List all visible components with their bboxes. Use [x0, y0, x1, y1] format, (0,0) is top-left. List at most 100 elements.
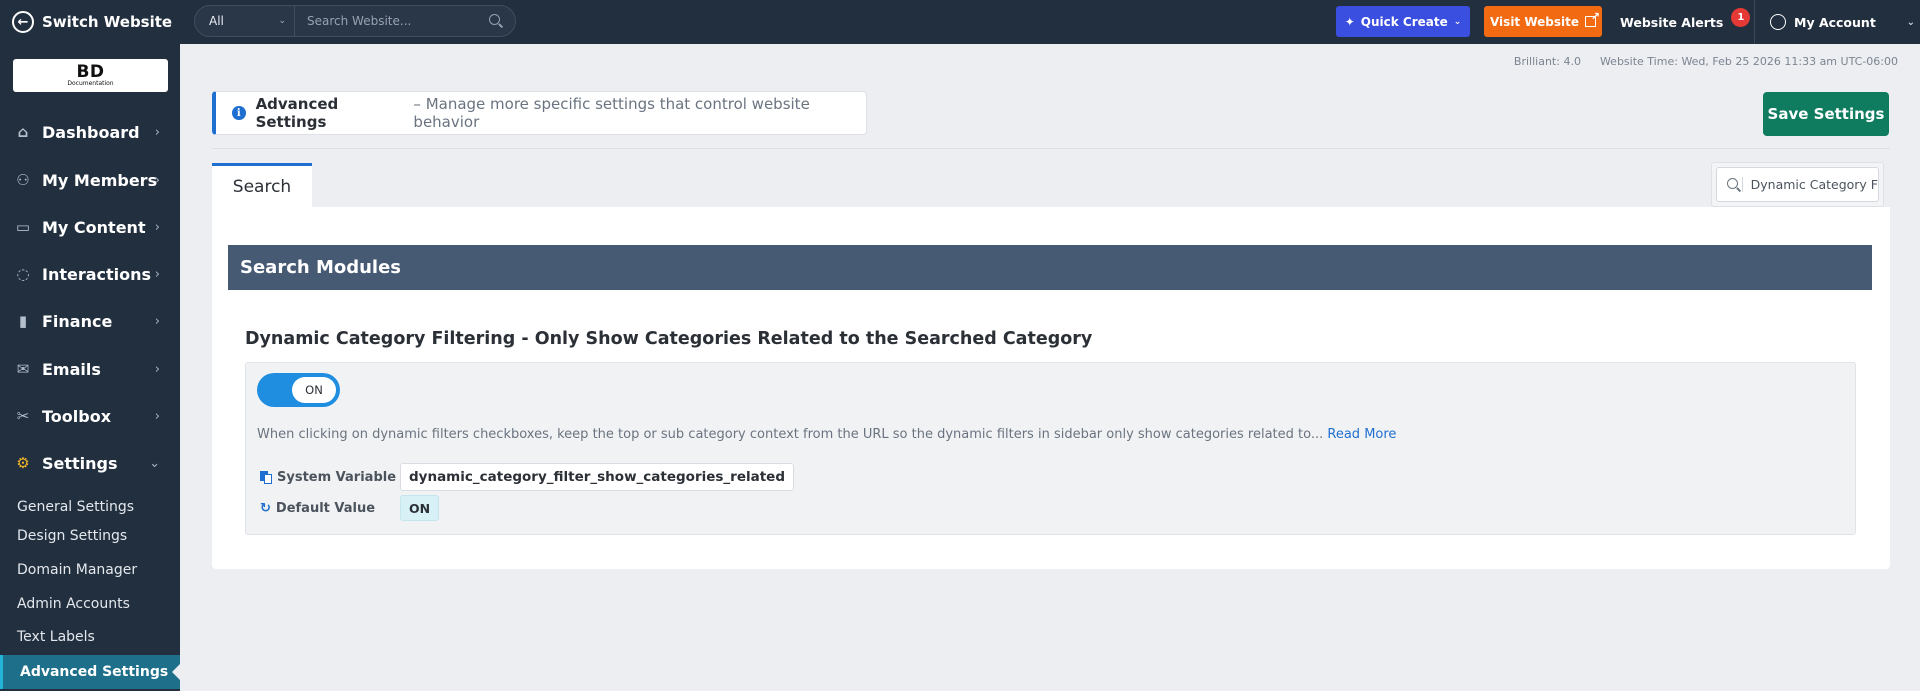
site-logo[interactable]: BD Documentation — [13, 59, 168, 92]
sidebar-item-label: Settings — [42, 453, 118, 473]
default-value-label: Default Value — [275, 500, 376, 516]
feature-description-text: When clicking on dynamic filters checkbo… — [257, 427, 1324, 442]
quick-create-button[interactable]: ✦ Quick Create ⌄ — [1336, 6, 1470, 37]
sidebar-item-label: My Members — [42, 170, 158, 190]
system-variable-row: System Variable dynamic_category_filter_… — [260, 463, 795, 491]
page-title: Advanced Settings — [255, 95, 339, 131]
website-alerts-button[interactable]: Website Alerts 1 — [1620, 0, 1751, 44]
chevron-down-icon: ⌄ — [1906, 16, 1915, 28]
sidebar-item-label: Toolbox — [42, 406, 112, 426]
search-scope-value: All — [209, 14, 224, 28]
chevron-right-icon: › — [154, 313, 160, 329]
default-value-row: ↻ Default Value ON — [260, 495, 440, 521]
brilliant-label: Brilliant: — [1513, 55, 1560, 68]
feature-description: When clicking on dynamic filters checkbo… — [257, 427, 1396, 442]
sidebar-item-toolbox[interactable]: ✂ Toolbox › — [0, 393, 180, 439]
chevron-down-icon: ⌄ — [1453, 16, 1462, 27]
toggle-label: ON — [292, 377, 336, 403]
sidebar: BD Documentation ⌂ Dashboard › ⚇ My Memb… — [0, 44, 180, 691]
chevron-right-icon: › — [154, 361, 160, 377]
sidebar-subitem-general-settings[interactable]: General Settings — [17, 499, 134, 515]
chevron-right-icon: › — [154, 266, 160, 282]
divider — [212, 148, 1890, 149]
switch-website-button[interactable]: ← Switch Website — [0, 0, 180, 44]
chevron-right-icon: › — [154, 219, 160, 235]
feature-toggle[interactable]: ON — [257, 373, 340, 407]
visit-website-button[interactable]: Visit Website — [1484, 6, 1602, 37]
sidebar-item-finance[interactable]: ▮ Finance › — [0, 298, 180, 344]
chevron-down-icon: ⌄ — [278, 16, 286, 26]
website-meta: Brilliant: 4.0 Website Time: Wed, Feb 25… — [1514, 55, 1898, 68]
site-search-input[interactable]: Search Website... — [295, 6, 515, 36]
tab-search[interactable]: Search — [212, 163, 312, 207]
sidebar-item-label: Finance — [42, 311, 113, 331]
settings-panel: Search Modules Dynamic Category Filterin… — [212, 207, 1890, 569]
alerts-count-badge: 1 — [1731, 7, 1751, 27]
switch-website-label: Switch Website — [42, 13, 173, 31]
external-link-icon — [1585, 10, 1600, 27]
sidebar-subitem-domain-manager[interactable]: Domain Manager — [17, 562, 137, 578]
sidebar-item-dashboard[interactable]: ⌂ Dashboard › — [0, 109, 180, 155]
sidebar-subitem-text-labels[interactable]: Text Labels — [17, 629, 95, 645]
brilliant-value: 4.0 — [1563, 55, 1581, 68]
sidebar-item-emails[interactable]: ✉ Emails › — [0, 346, 180, 392]
sidebar-item-label: Dashboard — [42, 122, 140, 142]
email-icon: ✉ — [16, 360, 30, 378]
site-search-group: All ⌄ Search Website... — [194, 5, 516, 37]
chart-icon: ▮ — [18, 312, 28, 330]
search-icon — [1727, 177, 1738, 192]
search-scope-select[interactable]: All ⌄ — [195, 6, 295, 36]
website-alerts-label: Website Alerts — [1620, 14, 1724, 30]
save-settings-button[interactable]: Save Settings — [1763, 92, 1889, 136]
arrow-left-icon: ← — [12, 11, 34, 33]
my-account-label: My Account — [1794, 14, 1876, 30]
feature-card: ON When clicking on dynamic filters chec… — [245, 362, 1856, 535]
quick-create-label: Quick Create — [1360, 14, 1448, 29]
system-variable-label-wrap: System Variable — [260, 470, 400, 485]
section-title: Search Modules — [228, 245, 1872, 290]
user-circle-icon — [1770, 14, 1786, 30]
sidebar-item-interactions[interactable]: ◌ Interactions › — [0, 251, 180, 297]
copy-icon[interactable] — [260, 470, 272, 484]
gear-icon: ⚙ — [16, 454, 30, 472]
members-icon: ⚇ — [16, 171, 30, 189]
sparkle-icon: ✦ — [1344, 14, 1355, 29]
sidebar-subitem-design-settings[interactable]: Design Settings — [17, 528, 127, 544]
system-variable-label: System Variable — [277, 469, 397, 485]
my-account-button[interactable]: My Account ⌄ — [1770, 0, 1915, 44]
default-value-label-wrap: ↻ Default Value — [260, 501, 400, 516]
visit-website-label: Visit Website — [1489, 14, 1580, 29]
sidebar-item-my-members[interactable]: ⚇ My Members › — [0, 157, 180, 203]
system-variable-value[interactable]: dynamic_category_filter_show_categories_… — [400, 463, 795, 491]
topbar-divider — [1754, 0, 1755, 44]
settings-filter-value: Dynamic Category F — [1741, 177, 1878, 192]
site-search-placeholder: Search Website... — [307, 14, 412, 28]
default-value-badge: ON — [400, 495, 440, 521]
sidebar-item-settings[interactable]: ⚙ Settings ⌄ — [0, 440, 180, 486]
search-icon[interactable] — [489, 14, 503, 28]
sidebar-item-label: My Content — [42, 217, 146, 237]
sidebar-subitem-advanced-settings[interactable]: Advanced Settings — [0, 655, 180, 689]
settings-filter: Dynamic Category F — [1711, 162, 1884, 207]
chevron-right-icon: › — [154, 172, 160, 188]
chevron-right-icon: › — [154, 408, 160, 424]
feature-title: Dynamic Category Filtering - Only Show C… — [245, 329, 1093, 349]
settings-filter-input[interactable]: Dynamic Category F — [1716, 167, 1879, 202]
logo-mark: BD — [76, 62, 105, 82]
page-header: i Advanced Settings – Manage more specif… — [212, 91, 867, 135]
chat-icon: ◌ — [16, 265, 30, 283]
sidebar-subitem-admin-accounts[interactable]: Admin Accounts — [17, 596, 130, 612]
top-bar: ← Switch Website All ⌄ Search Website...… — [0, 0, 1920, 44]
chevron-right-icon: › — [154, 124, 160, 140]
sidebar-item-label: Interactions — [42, 264, 152, 284]
sidebar-item-label: Emails — [42, 359, 101, 379]
sidebar-item-my-content[interactable]: ▭ My Content › — [0, 204, 180, 250]
page-description: – Manage more specific settings that con… — [413, 95, 810, 131]
read-more-link[interactable]: Read More — [1327, 427, 1396, 442]
chevron-down-icon: ⌄ — [149, 455, 160, 471]
logo-subtext: Documentation — [67, 80, 114, 87]
refresh-icon[interactable]: ↻ — [260, 501, 271, 516]
folder-icon: ▭ — [15, 218, 31, 236]
tools-icon: ✂ — [16, 407, 30, 425]
home-icon: ⌂ — [17, 123, 29, 141]
